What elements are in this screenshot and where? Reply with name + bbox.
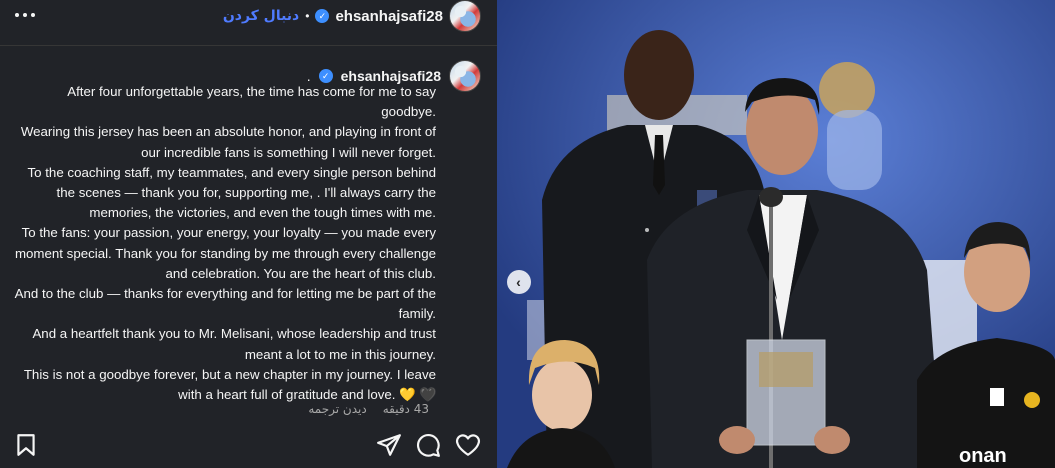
post-meta: 43 دقیقه دیدن ترجمه (308, 402, 429, 416)
caption-line-final: This is not a goodbye forever, but a new… (14, 365, 436, 405)
header-avatar[interactable] (449, 0, 481, 32)
follow-button[interactable]: دنبال کردن (223, 8, 299, 24)
post-header: دنبال کردن • ✓ ehsanhajsafi28 (0, 0, 497, 34)
share-icon[interactable] (376, 432, 402, 458)
caption-line: This is not a goodbye forever, but a new… (23, 366, 436, 403)
caption-line: And a heartfelt thank you to Mr. Melisan… (32, 326, 436, 362)
caption-avatar[interactable] (449, 60, 481, 92)
caption-line: And to the club — thanks for everything … (14, 286, 436, 322)
black-heart-icon: 🖤 (419, 387, 436, 403)
carousel-prev-button[interactable]: ‹ (507, 270, 531, 294)
post-time: 43 دقیقه (382, 402, 429, 416)
caption-panel: دنبال کردن • ✓ ehsanhajsafi28 . ✓ ehsanh… (0, 0, 497, 468)
award-ceremony-photo: onan (497, 0, 1055, 468)
action-bar (0, 422, 497, 468)
caption-line: To the fans: your passion, your energy, … (14, 225, 436, 281)
chevron-left-icon: ‹ (516, 274, 521, 290)
caption-line: After four unforgettable years, the time… (67, 84, 436, 120)
yellow-heart-icon: 💛 (399, 387, 416, 403)
caption-line: To the coaching staff, my teammates, and… (27, 164, 437, 221)
verified-badge-icon: ✓ (318, 69, 333, 83)
comment-icon[interactable] (415, 432, 441, 458)
header-username[interactable]: ehsanhajsafi28 (335, 8, 443, 25)
more-options-icon[interactable] (15, 7, 37, 23)
header-divider (0, 45, 497, 46)
caption-line: Wearing this jersey has been an absolute… (20, 124, 436, 160)
see-translation-link[interactable]: دیدن ترجمه (308, 402, 366, 416)
post-image[interactable]: onan ‹ (497, 0, 1055, 468)
bookmark-icon[interactable] (13, 432, 39, 458)
caption-text: After four unforgettable years, the time… (14, 82, 436, 405)
like-heart-icon[interactable] (455, 432, 481, 458)
svg-text:onan: onan (959, 445, 1007, 467)
header-user: دنبال کردن • ✓ ehsanhajsafi28 (223, 0, 481, 32)
verified-badge-icon: ✓ (315, 9, 330, 23)
separator: • (305, 9, 310, 23)
